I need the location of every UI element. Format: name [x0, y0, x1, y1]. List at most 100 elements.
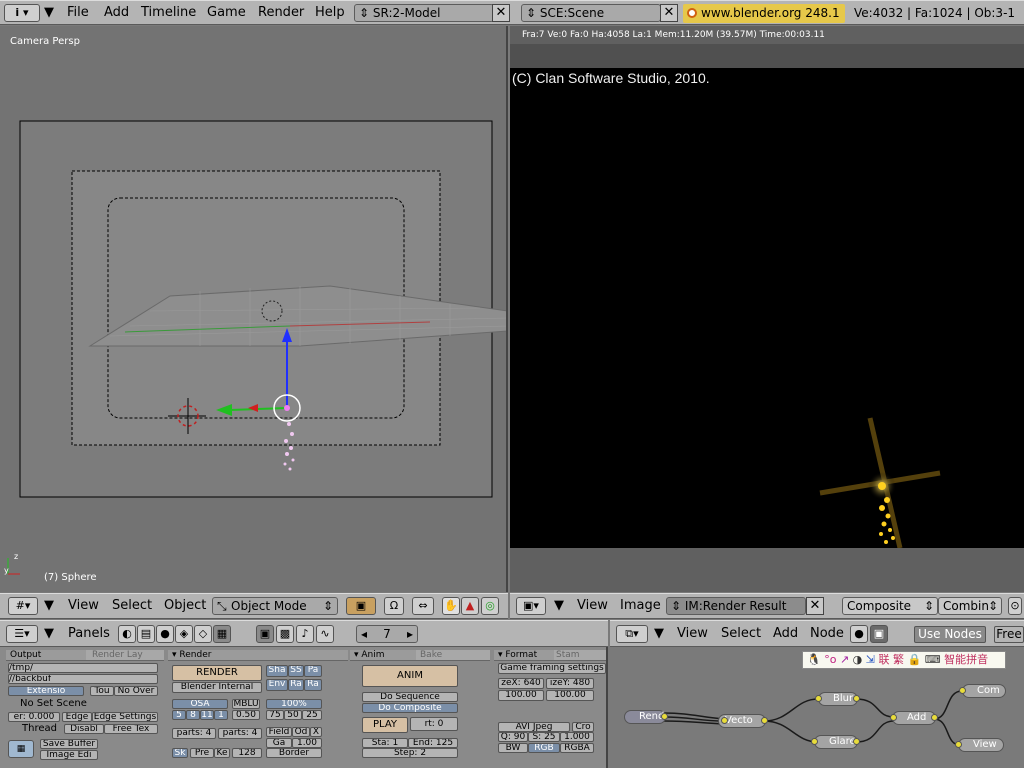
render-sub-icon[interactable]: ▣ — [256, 625, 274, 643]
node-menu-node[interactable]: Node — [810, 622, 844, 646]
buttons-editor-icon[interactable]: ☰▾ — [6, 625, 38, 643]
osa-5-button[interactable]: 5 — [172, 710, 186, 720]
rgb-toggle[interactable]: RGB — [528, 743, 560, 753]
frame-prev-arrow[interactable]: ◂ — [361, 626, 367, 642]
gauss-toggle[interactable]: Ga — [266, 738, 292, 748]
octree-size-select[interactable]: 128 — [232, 748, 262, 758]
editing-context-icon[interactable]: ◇ — [194, 625, 212, 643]
fps-field[interactable]: S: 25 — [528, 732, 560, 742]
play-button[interactable]: PLAY — [362, 717, 408, 733]
osa-8-button[interactable]: 8 — [186, 710, 200, 720]
game-framing-button[interactable]: Game framing settings — [498, 663, 606, 674]
render-pass-selector[interactable]: Combin ⇕ — [938, 597, 1002, 615]
no-overwrite-toggle[interactable]: No Over — [114, 686, 158, 696]
render-button[interactable]: RENDER — [172, 665, 262, 681]
world-sub-icon[interactable]: ∿ — [316, 625, 334, 643]
anim-panel-tab[interactable]: ▾ Anim — [350, 650, 416, 661]
sound-sub-icon[interactable]: ♪ — [296, 625, 314, 643]
image-editor-output-select[interactable]: Image Edi — [40, 750, 98, 760]
xparts-field[interactable]: parts: 4 — [172, 728, 216, 739]
image-collapse-arrow[interactable]: ▼ — [554, 594, 564, 618]
codec-select[interactable]: AVI Jpeg — [498, 722, 570, 732]
image-close-button[interactable]: ✕ — [806, 597, 824, 615]
add-node[interactable]: Add — [892, 711, 936, 725]
odd-toggle[interactable]: Od — [292, 727, 310, 737]
dispview-icon[interactable]: ▦ — [8, 740, 34, 758]
rotate-icon[interactable]: ◎ — [481, 597, 499, 615]
no-set-scene-label[interactable]: No Set Scene — [20, 699, 87, 709]
viewport-menu-view[interactable]: View — [68, 594, 99, 618]
envmap-toggle[interactable]: Env — [266, 679, 288, 691]
3d-viewport[interactable]: Camera Persp z y (7) Sphere — [0, 26, 508, 592]
node-editor-icon[interactable]: ⧉▾ — [616, 625, 648, 643]
pano-toggle[interactable]: Pa — [304, 665, 322, 677]
menu-timeline[interactable]: Timeline — [141, 1, 196, 25]
mblur-amount-field[interactable]: 0.50 — [232, 710, 260, 720]
touch-toggle[interactable]: Tou — [90, 686, 114, 696]
end-frame-field[interactable]: End: 125 — [408, 738, 458, 748]
mblur-toggle[interactable]: MBLU — [232, 699, 260, 709]
node-menu-view[interactable]: View — [677, 622, 708, 646]
node-menu-add[interactable]: Add — [773, 622, 798, 646]
anim-button[interactable]: ANIM — [362, 665, 458, 687]
image-menu-view[interactable]: View — [577, 594, 608, 618]
socket[interactable] — [931, 714, 938, 721]
grid-editor-icon[interactable]: #▾ — [8, 597, 38, 615]
shadow-toggle[interactable]: Sha — [266, 665, 288, 677]
use-nodes-toggle[interactable]: Use Nodes — [914, 626, 986, 643]
format-panel-tab[interactable]: ▾ Format — [494, 650, 554, 661]
extensions-toggle[interactable]: Extensio — [8, 686, 84, 696]
scene-context-icon[interactable]: ▦ — [213, 625, 231, 643]
viewport-menu-select[interactable]: Select — [112, 594, 152, 618]
render-layer-selector[interactable]: Composite ⇕ — [842, 597, 938, 615]
socket[interactable] — [853, 738, 860, 745]
mode-selector[interactable]: ⤡ Object Mode ⇕ — [212, 597, 338, 615]
aspy-field[interactable]: 100.00 — [546, 690, 594, 701]
material-nodes-icon[interactable]: ● — [850, 625, 868, 643]
socket[interactable] — [815, 695, 822, 702]
shading-context-icon[interactable]: ● — [156, 625, 174, 643]
menu-render[interactable]: Render — [258, 1, 304, 25]
image-editor-icon[interactable]: ▣▾ — [516, 597, 546, 615]
glare-node[interactable]: Glare — [814, 735, 858, 749]
script-context-icon[interactable]: ▤ — [137, 625, 155, 643]
output-panel-tab[interactable]: Output — [6, 650, 86, 661]
osa-11-button[interactable]: 11 — [200, 710, 214, 720]
bw-toggle[interactable]: BW — [498, 743, 528, 753]
render-layers-node[interactable]: Rend — [624, 710, 666, 724]
resolution-100-toggle[interactable]: 100% — [266, 699, 322, 709]
menu-collapse-arrow[interactable]: ▼ — [44, 1, 54, 25]
socket[interactable] — [890, 714, 897, 721]
frame-number-field[interactable]: ◂ 7 ▸ — [356, 625, 418, 643]
start-frame-field[interactable]: Sta: 1 — [362, 738, 408, 748]
frame-next-arrow[interactable]: ▸ — [407, 626, 413, 642]
raytrace-toggle[interactable]: Ra — [288, 679, 304, 691]
socket[interactable] — [761, 717, 768, 724]
resolution-75-button[interactable]: 75 — [266, 710, 284, 720]
image-menu-image[interactable]: Image — [620, 594, 661, 618]
panels-label[interactable]: Panels — [68, 622, 110, 646]
free-tex-button[interactable]: Free Tex — [104, 724, 158, 734]
step-field[interactable]: Step: 2 — [362, 748, 458, 758]
output-path-field[interactable]: /tmp/ — [8, 663, 158, 673]
socket[interactable] — [721, 717, 728, 724]
composite-node[interactable]: Com — [962, 684, 1006, 698]
menu-game[interactable]: Game — [207, 1, 246, 25]
info-editor-icon[interactable]: i ▾ — [4, 4, 40, 22]
composite-nodes-icon[interactable]: ▣ — [870, 625, 888, 643]
node-editor-canvas[interactable]: 🐧 °o ↗ ◑ ⇲ 联 繁 🔒 ⌨ 智能拼音 Rend Vecto Blur … — [610, 647, 1024, 768]
edge-settings-button[interactable]: Edge Settings — [92, 712, 158, 722]
stamp-tab[interactable]: Stam — [554, 650, 606, 661]
key-toggle[interactable]: Ke — [214, 748, 230, 758]
translate-icon[interactable]: ▲ — [461, 597, 479, 615]
crop-toggle[interactable]: Cro — [572, 722, 594, 732]
edge-toggle[interactable]: Edge — [62, 712, 92, 722]
fields-toggle[interactable]: Field — [266, 727, 292, 737]
rt-field[interactable]: rt: 0 — [410, 717, 458, 731]
render-layers-tab[interactable]: Render Lay — [86, 650, 164, 661]
socket[interactable] — [811, 738, 818, 745]
do-sequence-toggle[interactable]: Do Sequence — [362, 692, 458, 702]
scene-close-button[interactable]: ✕ — [660, 4, 678, 22]
blur-node[interactable]: Blur — [818, 692, 858, 706]
viewport-collapse-arrow[interactable]: ▼ — [44, 594, 54, 618]
